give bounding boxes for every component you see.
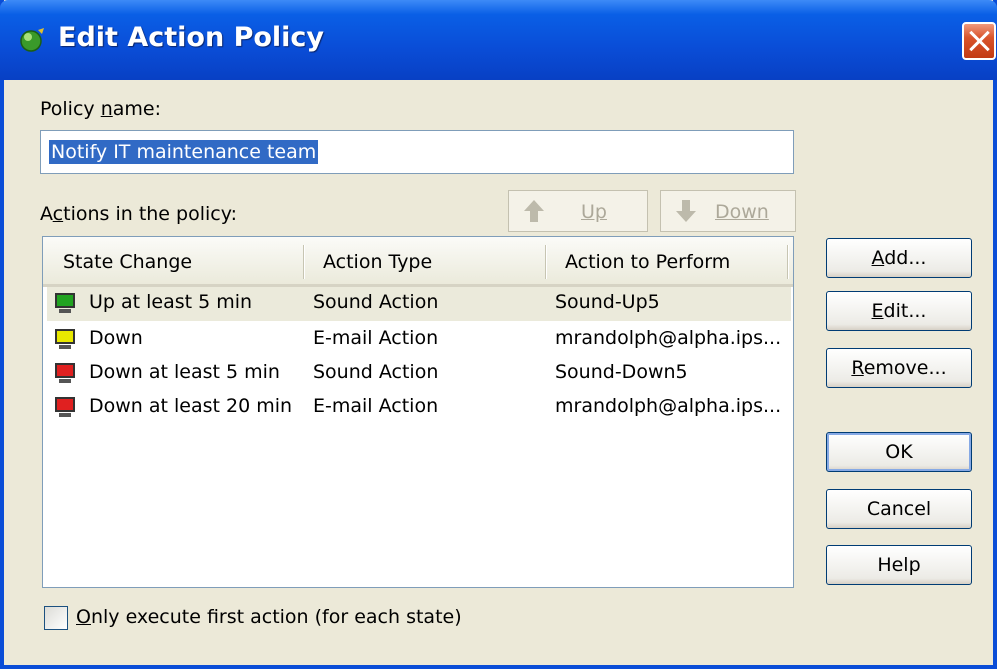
computer-state-icon	[55, 293, 75, 313]
table-row[interactable]: Down at least 20 min E-mail Action mrand…	[47, 391, 791, 425]
edit-button[interactable]: Edit...	[826, 291, 972, 331]
computer-state-icon	[55, 397, 75, 417]
actions-list[interactable]: State Change Action Type Action to Perfo…	[42, 236, 794, 588]
column-divider[interactable]	[787, 245, 789, 279]
add-button[interactable]: Add...	[826, 238, 972, 278]
list-header: State Change Action Type Action to Perfo…	[43, 237, 793, 287]
ok-button[interactable]: OK	[826, 432, 972, 472]
column-header-state-change[interactable]: State Change	[63, 251, 192, 273]
computer-state-icon	[55, 363, 75, 383]
arrow-down-icon	[676, 200, 696, 222]
only-execute-first-action-label[interactable]: Only execute first action (for each stat…	[76, 606, 462, 628]
title-bar: Edit Action Policy	[0, 0, 997, 80]
policy-name-label: Policy name:	[40, 98, 161, 120]
column-header-action-type[interactable]: Action Type	[323, 251, 432, 273]
column-divider[interactable]	[303, 245, 305, 279]
table-row[interactable]: Up at least 5 min Sound Action Sound-Up5	[47, 287, 791, 321]
table-row[interactable]: Down E-mail Action mrandolph@alpha.ips..…	[47, 323, 791, 357]
move-up-button[interactable]: Up	[508, 190, 648, 232]
policy-name-input[interactable]: Notify IT maintenance team	[40, 130, 794, 174]
policy-name-value: Notify IT maintenance team	[49, 140, 319, 164]
only-execute-first-action-checkbox[interactable]	[44, 606, 68, 630]
window-title: Edit Action Policy	[58, 22, 325, 53]
table-row[interactable]: Down at least 5 min Sound Action Sound-D…	[47, 357, 791, 391]
cancel-button[interactable]: Cancel	[826, 489, 972, 529]
actions-in-policy-label: Actions in the policy:	[40, 203, 237, 225]
move-down-button[interactable]: Down	[660, 190, 796, 232]
column-header-action-to-perform[interactable]: Action to Perform	[565, 251, 730, 273]
remove-button[interactable]: Remove...	[826, 348, 972, 388]
column-divider[interactable]	[545, 245, 547, 279]
arrow-up-icon	[524, 200, 544, 222]
policy-app-icon	[20, 28, 44, 52]
computer-state-icon	[55, 329, 75, 349]
close-button[interactable]	[962, 22, 996, 60]
help-button[interactable]: Help	[826, 545, 972, 585]
